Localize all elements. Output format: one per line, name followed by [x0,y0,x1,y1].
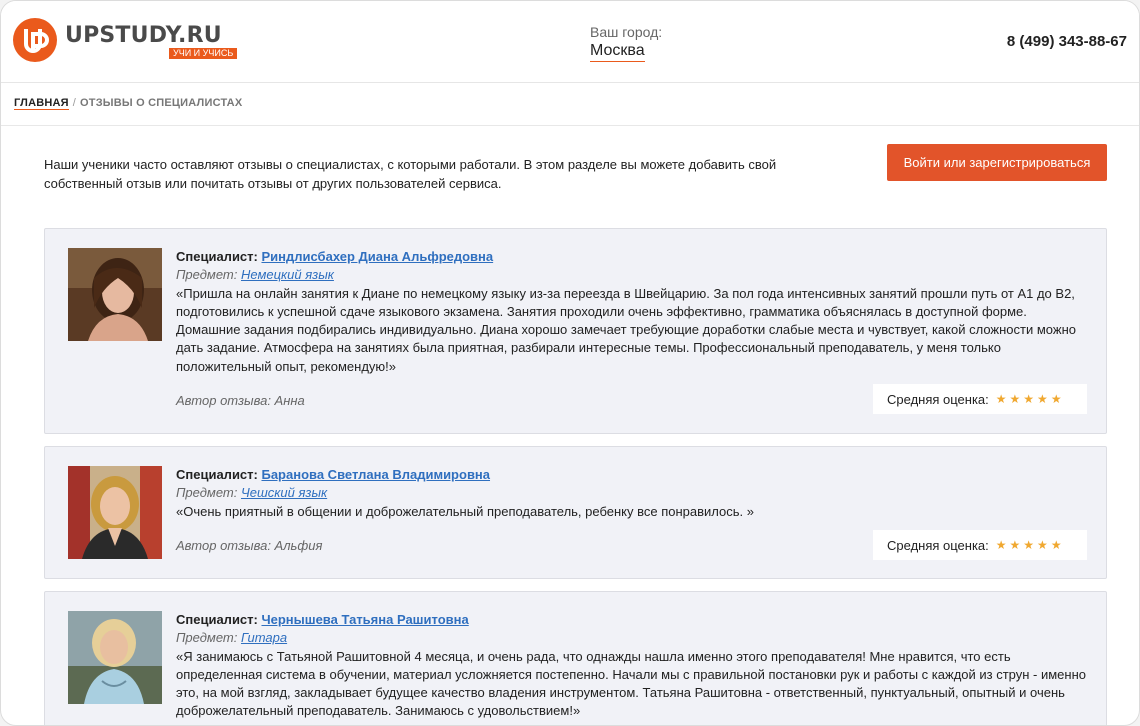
star-rating-icon: ★★★★★ [995,538,1065,552]
logo[interactable]: UPSTUDY.RU УЧИ И УЧИСЬ [13,18,238,62]
city-selector[interactable]: Ваш город: Москва [590,24,662,62]
review-content: Специалист: Чернышева Татьяна Рашитовна … [176,611,1091,721]
review-content: Специалист: Риндлисбахер Диана Альфредов… [176,248,1091,376]
breadcrumb-current: ОТЗЫВЫ О СПЕЦИАЛИСТАХ [80,97,243,109]
subject-label: Предмет: [176,485,238,501]
review-author: Автор отзыва: Альфия [176,538,323,553]
subject-link[interactable]: Немецкий язык [241,267,334,282]
subject-label: Предмет: [176,267,238,283]
subject-line: Предмет: Немецкий язык [176,266,1091,284]
intro-text: Наши ученики часто оставляют отзывы о сп… [44,157,777,191]
average-rating: Средняя оценка: ★★★★★ [873,384,1087,414]
specialist-link[interactable]: Риндлисбахер Диана Альфредовна [261,249,493,264]
logo-text: UPSTUDY.RU УЧИ И УЧИСЬ [65,23,238,59]
review-text: «Пришла на онлайн занятия к Диане по нем… [176,285,1076,374]
phone-number[interactable]: 8 (499) 343-88-67 [1007,33,1127,50]
review-card: Специалист: Риндлисбахер Диана Альфредов… [44,228,1107,434]
review-text: «Очень приятный в общении и доброжелател… [176,503,754,519]
rating-label: Средняя оценка: [887,391,989,407]
star-rating-icon: ★★★★★ [995,392,1065,406]
breadcrumb-home-link[interactable]: ГЛАВНАЯ [14,97,69,110]
city-value[interactable]: Москва [590,41,645,62]
specialist-photo[interactable] [68,248,162,341]
specialist-label: Специалист: [176,612,258,627]
specialist-line: Специалист: Чернышева Татьяна Рашитовна [176,611,1091,629]
specialist-photo[interactable] [68,466,162,559]
specialist-link[interactable]: Чернышева Татьяна Рашитовна [261,612,468,627]
specialist-photo[interactable] [68,611,162,704]
specialist-label: Специалист: [176,467,258,482]
average-rating: Средняя оценка: ★★★★★ [873,530,1087,560]
rating-label: Средняя оценка: [887,537,989,553]
site-header: UPSTUDY.RU УЧИ И УЧИСЬ Ваш город: Москва… [1,1,1139,83]
subject-line: Предмет: Гитара [176,629,1091,647]
logo-icon [13,18,57,62]
review-author: Автор отзыва: Анна [176,393,305,408]
breadcrumb: ГЛАВНАЯ / ОТЗЫВЫ О СПЕЦИАЛИСТАХ [14,97,243,110]
city-label: Ваш город: [590,24,663,40]
login-register-button[interactable]: Войти или зарегистрироваться [887,144,1107,181]
specialist-line: Специалист: Риндлисбахер Диана Альфредов… [176,248,1091,266]
specialist-line: Специалист: Баранова Светлана Владимиров… [176,466,1091,484]
specialist-link[interactable]: Баранова Светлана Владимировна [261,467,490,482]
specialist-label: Специалист: [176,249,258,264]
subject-line: Предмет: Чешский язык [176,484,1091,502]
logo-name: UPSTUDY.RU [65,23,222,48]
review-text: «Я занимаюсь с Татьяной Рашитовной 4 мес… [176,648,1086,719]
page-frame: UPSTUDY.RU УЧИ И УЧИСЬ Ваш город: Москва… [0,0,1140,726]
subject-link[interactable]: Чешский язык [241,485,327,500]
review-content: Специалист: Баранова Светлана Владимиров… [176,466,1091,521]
subject-link[interactable]: Гитара [241,630,287,645]
subject-label: Предмет: [176,630,238,646]
logo-slogan: УЧИ И УЧИСЬ [169,48,238,59]
breadcrumb-separator: / [72,97,77,109]
review-card: Специалист: Чернышева Татьяна Рашитовна … [44,591,1107,725]
divider [1,125,1139,126]
review-card: Специалист: Баранова Светлана Владимиров… [44,446,1107,579]
